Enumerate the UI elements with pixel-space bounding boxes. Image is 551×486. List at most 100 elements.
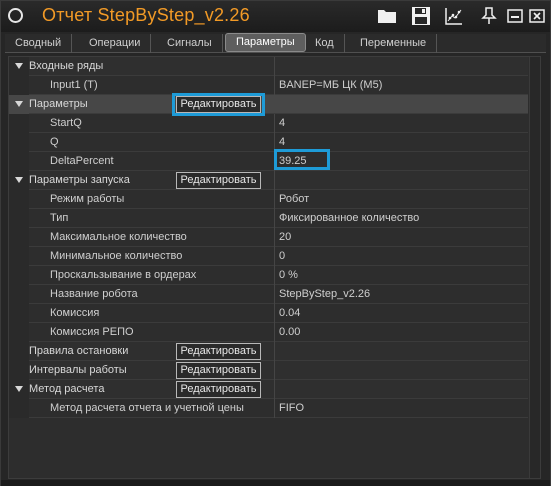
column-divider (274, 114, 275, 133)
property-name: Комиссия (50, 307, 100, 319)
property-value[interactable]: Фиксированное количество (279, 209, 419, 227)
property-name: StartQ (50, 117, 82, 129)
tab-bar: Сводный Операции Сигналы Параметры Код П… (5, 33, 546, 53)
property-row[interactable]: Максимальное количество 20 (9, 228, 528, 247)
column-divider (274, 380, 275, 399)
edit-button[interactable]: Редактировать (176, 381, 261, 398)
property-value[interactable]: Робот (279, 190, 309, 208)
property-value[interactable]: 0.00 (279, 323, 300, 341)
tab-summary[interactable]: Сводный (5, 34, 73, 53)
property-row[interactable]: Комиссия РЕПО 0.00 (9, 323, 528, 342)
highlight-frame (274, 149, 330, 170)
report-window: Отчет StepByStep_v2.26 Сводный Операции … (0, 0, 551, 486)
category-row[interactable]: Правила остановки Редактировать (9, 342, 528, 361)
column-divider (274, 285, 275, 304)
app-circle-icon[interactable] (8, 8, 23, 23)
property-row[interactable]: Метод расчета отчета и учетной цены FIFO (9, 399, 528, 418)
property-name: Параметры (29, 98, 88, 110)
row-gutter (9, 266, 29, 285)
property-row[interactable]: Минимальное количество 0 (9, 247, 528, 266)
column-divider (274, 342, 275, 361)
property-row[interactable]: Режим работы Робот (9, 190, 528, 209)
property-name: Проскальзывание в ордерах (50, 269, 197, 281)
edit-button[interactable]: Редактировать (176, 343, 261, 360)
property-row[interactable]: Q4 (9, 133, 528, 152)
column-divider (274, 57, 275, 76)
close-icon[interactable] (528, 6, 548, 26)
property-name: Метод расчета (29, 383, 105, 395)
property-name: Минимальное количество (50, 250, 183, 262)
column-divider (274, 361, 275, 380)
highlight-frame (172, 93, 265, 116)
row-gutter (9, 285, 29, 304)
property-name: Параметры запуска (29, 174, 130, 186)
property-value[interactable]: 4 (279, 114, 285, 132)
property-row[interactable]: DeltaPercent 39.25 (9, 149, 528, 171)
expand-arrow-icon[interactable] (15, 386, 23, 392)
tab-signals[interactable]: Сигналы (157, 34, 223, 53)
tab-code[interactable]: Код (305, 34, 345, 53)
row-gutter (9, 361, 29, 380)
property-row[interactable]: Проскальзывание в ордерах 0 % (9, 266, 528, 285)
edit-button[interactable]: Редактировать (176, 172, 261, 189)
property-value[interactable]: 0 (279, 247, 285, 265)
column-divider (274, 323, 275, 342)
row-gutter (9, 209, 29, 228)
property-value[interactable]: 0 % (279, 266, 298, 284)
expand-arrow-icon[interactable] (15, 101, 23, 107)
vertical-scrollbar[interactable] (529, 57, 540, 478)
property-value[interactable]: BANEP=МБ ЦК (M5) (279, 76, 382, 94)
property-row[interactable]: Название робота StepByStep_v2.26 (9, 285, 528, 304)
row-gutter (9, 190, 29, 209)
save-icon[interactable] (411, 6, 431, 26)
row-gutter (9, 342, 29, 361)
property-name: Режим работы (50, 193, 125, 205)
property-name: Тип (50, 212, 69, 224)
property-value[interactable]: FIFO (279, 399, 304, 417)
category-row[interactable]: Метод расчета Редактировать (9, 380, 528, 399)
category-row[interactable]: Интервалы работы Редактировать (9, 361, 528, 380)
property-name: Входные ряды (29, 60, 104, 72)
row-gutter (9, 304, 29, 323)
property-grid: Входные ряды Input1 (T) BANEP=МБ ЦК (M5) Па… (8, 56, 541, 479)
title-bar: Отчет StepByStep_v2.26 (1, 1, 550, 32)
column-divider (274, 190, 275, 209)
status-bar (1, 480, 550, 486)
category-row[interactable]: Входные ряды (9, 57, 528, 76)
property-row[interactable]: Комиссия 0.04 (9, 304, 528, 323)
row-gutter (9, 76, 29, 95)
category-row[interactable]: Параметры Редактировать (9, 93, 528, 116)
row-gutter (9, 152, 29, 171)
property-value[interactable]: StepByStep_v2.26 (279, 285, 370, 303)
chart-icon[interactable] (444, 6, 464, 26)
row-gutter (9, 399, 29, 418)
edit-button[interactable]: Редактировать (176, 362, 261, 379)
column-divider (274, 76, 275, 95)
property-name: DeltaPercent (50, 155, 114, 167)
row-gutter (9, 323, 29, 342)
minimize-icon[interactable] (506, 6, 526, 26)
tab-operations[interactable]: Операции (79, 34, 152, 53)
property-value[interactable]: 20 (279, 228, 291, 246)
property-row[interactable]: Input1 (T) BANEP=МБ ЦК (M5) (9, 76, 528, 95)
property-row[interactable]: Тип Фиксированное количество (9, 209, 528, 228)
property-name: Метод расчета отчета и учетной цены (50, 402, 244, 414)
property-row[interactable]: StartQ 4 (9, 114, 528, 133)
expand-arrow-icon[interactable] (15, 177, 23, 183)
tab-variables[interactable]: Переменные (350, 34, 438, 53)
row-gutter (9, 228, 29, 247)
column-divider (274, 399, 275, 418)
property-name: Максимальное количество (50, 231, 187, 243)
expand-arrow-icon[interactable] (15, 63, 23, 69)
column-divider (274, 228, 275, 247)
tab-parameters[interactable]: Параметры (225, 33, 306, 52)
row-gutter (9, 247, 29, 266)
row-gutter (9, 133, 29, 152)
pin-icon[interactable] (479, 6, 499, 26)
folder-icon[interactable] (377, 6, 397, 26)
category-row[interactable]: Параметры запуска Редактировать (9, 171, 528, 190)
row-gutter (9, 114, 29, 133)
property-value[interactable]: 0.04 (279, 304, 300, 322)
property-name: Комиссия РЕПО (50, 326, 134, 338)
column-divider (274, 266, 275, 285)
